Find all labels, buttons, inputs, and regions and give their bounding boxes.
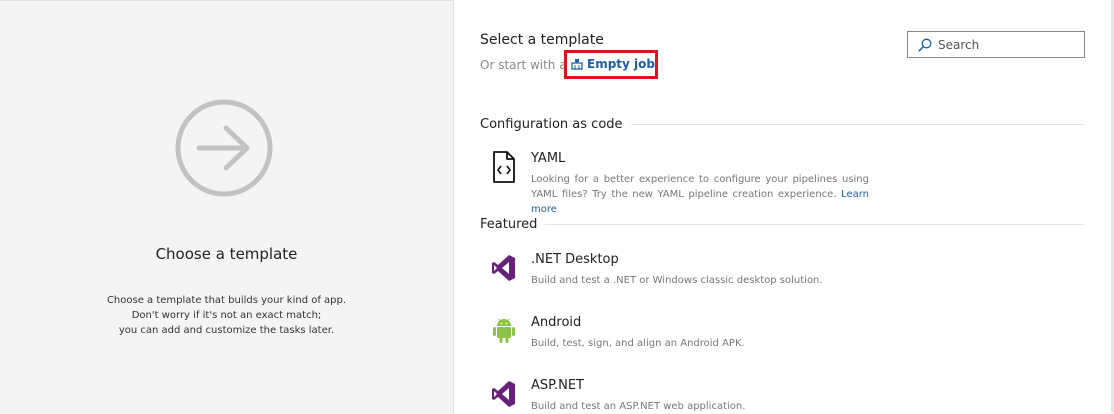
section-divider [630, 124, 1084, 125]
section-title: Configuration as code [480, 117, 623, 132]
description-line: Don't worry if it's not an exact match; [131, 310, 322, 321]
section-divider [545, 224, 1084, 225]
description-line: Choose a template that builds your kind … [106, 295, 347, 306]
right-panel: Select a template Or start with an Empty… [454, 0, 1114, 413]
template-item-yaml[interactable]: YAML Looking for a better experience to … [490, 151, 870, 215]
search-input[interactable] [938, 37, 1068, 52]
section-header-featured: Featured [480, 217, 1084, 232]
template-description: Build and test a .NET or Windows classic… [531, 275, 823, 286]
template-name: .NET Desktop [531, 252, 619, 267]
empty-job-icon [571, 59, 583, 70]
left-panel: Choose a template Choose a template that… [0, 0, 454, 414]
search-box[interactable] [907, 31, 1085, 58]
or-start-text: Or start with an [480, 58, 575, 72]
template-name: ASP.NET [531, 378, 584, 393]
section-header-configuration: Configuration as code [480, 117, 1084, 132]
template-description: Build, test, sign, and align an Android … [531, 338, 745, 349]
empty-job-highlight: Empty job [564, 50, 658, 79]
search-icon [918, 38, 932, 52]
arrow-right-circle-icon [175, 99, 273, 197]
visual-studio-icon [492, 255, 515, 281]
template-item-net-desktop[interactable]: .NET Desktop Build and test a .NET or Wi… [490, 252, 870, 302]
template-item-asp-net[interactable]: ASP.NET Build and test an ASP.NET web ap… [490, 378, 870, 413]
left-panel-title: Choose a template [155, 245, 298, 263]
template-description: Build and test an ASP.NET web applicatio… [531, 401, 746, 412]
template-item-android[interactable]: Android Build, test, sign, and align an … [490, 315, 870, 365]
page-title: Select a template [480, 32, 604, 48]
description-line: you can add and customize the tasks late… [118, 325, 335, 336]
template-name: YAML [531, 151, 566, 166]
left-panel-description: Choose a template that builds your kind … [0, 293, 453, 338]
empty-job-label: Empty job [587, 57, 655, 71]
android-icon [493, 318, 515, 343]
template-description-text: Looking for a better experience to confi… [531, 174, 869, 200]
template-description: Looking for a better experience to confi… [531, 172, 869, 217]
empty-job-button[interactable]: Empty job [571, 57, 655, 71]
section-title: Featured [480, 217, 538, 232]
template-name: Android [531, 315, 582, 330]
visual-studio-icon [492, 381, 515, 407]
yaml-file-icon [493, 151, 515, 183]
